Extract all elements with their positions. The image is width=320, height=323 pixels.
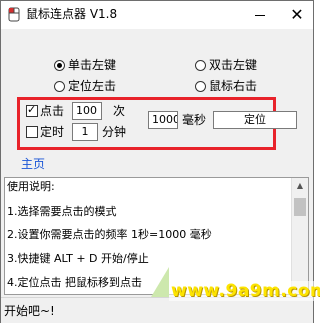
radio-right-click[interactable]: 鼠标右击 <box>195 78 257 94</box>
title-bar: 鼠标连点器 V1.8 ✕ <box>1 1 313 29</box>
radio-dot <box>195 80 206 92</box>
instruction-line: 使用说明: <box>7 180 55 193</box>
window-title: 鼠标连点器 V1.8 <box>26 7 118 21</box>
locate-button[interactable]: 定位 <box>213 111 297 129</box>
checkbox-label: 定时 <box>40 125 65 139</box>
radio-dot <box>54 80 65 92</box>
minimize-icon[interactable] <box>237 1 281 29</box>
instruction-line: 4.定位点击 把鼠标移到点击 <box>7 276 142 289</box>
interval-input[interactable]: 1000 <box>148 111 178 129</box>
radio-label: 双击左键 <box>209 58 258 72</box>
click-count-unit: 次 <box>113 104 126 118</box>
checkbox-box <box>26 126 38 138</box>
radio-dot <box>195 59 206 71</box>
click-count-input[interactable]: 100 <box>72 102 102 120</box>
instruction-line: 3.快捷键 ALT + D 开始/停止 <box>7 252 149 265</box>
radio-double-left[interactable]: 双击左键 <box>195 57 257 73</box>
radio-locate-left[interactable]: 定位左击 <box>54 78 116 94</box>
radio-dot <box>54 59 65 71</box>
timer-minutes-input[interactable]: 1 <box>72 123 98 141</box>
watermark-text: www.9a9m.com <box>169 281 320 301</box>
radio-label: 定位左击 <box>68 79 117 93</box>
vertical-scrollbar[interactable]: ▲ <box>291 178 308 294</box>
close-icon[interactable]: ✕ <box>281 1 313 29</box>
app-window: 鼠标连点器 V1.8 ✕ 单击左键 双击左键 定位左击 鼠标右击 点击 100 … <box>0 0 320 323</box>
watermark-shape <box>151 267 169 297</box>
scroll-thumb[interactable] <box>294 198 306 216</box>
home-link[interactable]: 主页 <box>21 156 45 172</box>
checkbox-box <box>26 103 38 117</box>
radio-label: 鼠标右击 <box>209 79 258 93</box>
click-count-checkbox[interactable]: 点击 <box>26 103 64 119</box>
checkbox-label: 点击 <box>40 104 65 118</box>
radio-label: 单击左键 <box>68 58 117 72</box>
scroll-up-icon[interactable]: ▲ <box>292 178 308 194</box>
timer-unit: 分钟 <box>102 125 127 139</box>
timer-checkbox[interactable]: 定时 <box>26 124 64 140</box>
interval-unit: 毫秒 <box>182 113 207 127</box>
radio-single-left[interactable]: 单击左键 <box>54 57 116 73</box>
instruction-line: 2.设置你需要点击的频率 1秒=1000 毫秒 <box>7 228 212 241</box>
instruction-line: 1.选择需要点击的模式 <box>7 205 117 218</box>
status-text: 开始吧~! <box>4 304 55 318</box>
mouse-icon <box>8 7 20 22</box>
